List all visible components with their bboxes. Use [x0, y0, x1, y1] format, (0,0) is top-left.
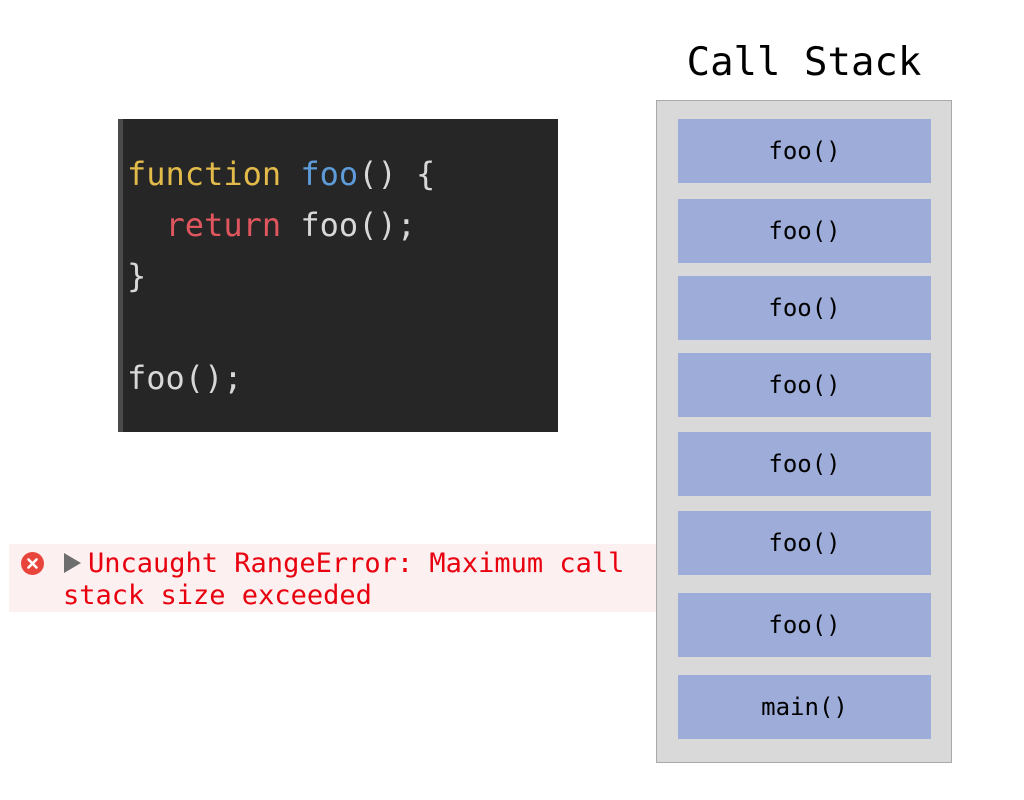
- code-panel: function foo() { return foo(); } foo();: [118, 119, 558, 432]
- stack-frame-main: main(): [678, 675, 931, 739]
- stack-frame: foo(): [678, 119, 931, 183]
- code-call: foo();: [127, 359, 243, 397]
- stack-frame: foo(): [678, 276, 931, 340]
- stack-frame: foo(): [678, 593, 931, 657]
- code-line-3: }: [127, 251, 558, 302]
- stack-frame: foo(): [678, 432, 931, 496]
- call-stack-title: Call Stack: [686, 40, 922, 85]
- code-function-name: foo: [300, 155, 359, 193]
- code-line-1: function foo() {: [127, 149, 558, 200]
- stack-frame: foo(): [678, 353, 931, 417]
- code-line-2: return foo();: [127, 200, 558, 251]
- stack-frame: foo(): [678, 199, 931, 263]
- error-x-icon: [21, 552, 44, 575]
- code-closing-brace: }: [127, 257, 147, 295]
- error-message-text: Uncaught RangeError: Maximum call stack …: [63, 548, 625, 611]
- stack-frame: foo(): [678, 511, 931, 575]
- code-keyword-function: function: [127, 155, 282, 193]
- code-line-1-rest: () {: [358, 155, 436, 193]
- code-line-5: foo();: [127, 353, 558, 404]
- code-keyword-return: return: [165, 206, 282, 244]
- code-line-2-rest: foo();: [300, 206, 416, 244]
